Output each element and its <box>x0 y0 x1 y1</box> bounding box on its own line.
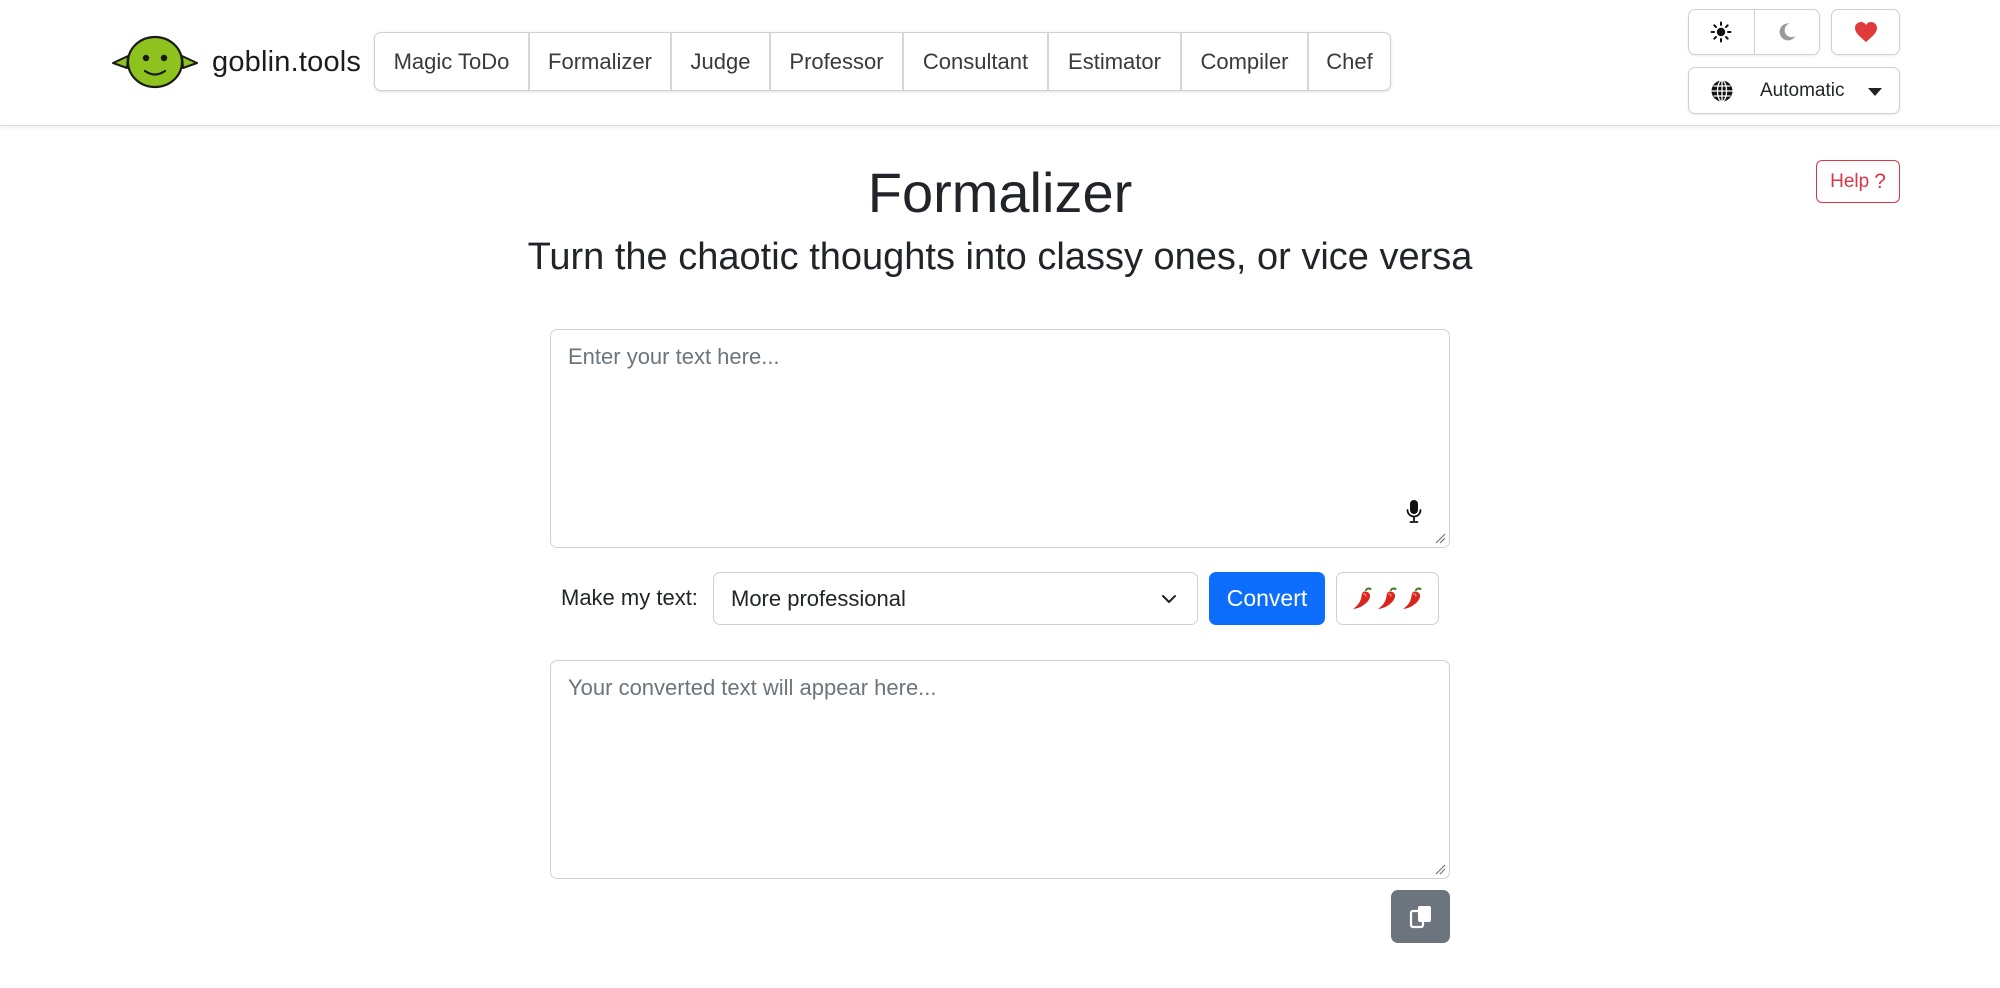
input-textarea[interactable] <box>551 330 1449 547</box>
copy-button[interactable] <box>1391 890 1450 943</box>
resize-grip-icon[interactable] <box>1435 533 1446 544</box>
nav-item-magic-todo[interactable]: Magic ToDo <box>375 33 530 90</box>
nav-item-chef[interactable]: Chef <box>1309 33 1390 90</box>
theme-toggle-group <box>1688 9 1820 55</box>
chili-pepper-icon <box>1352 586 1371 609</box>
language-select[interactable]: Automatic <box>1688 67 1900 114</box>
goblin-logo-icon <box>112 35 198 89</box>
chevron-down-icon <box>1162 595 1176 603</box>
chili-pepper-icon <box>1402 586 1421 609</box>
globe-icon <box>1711 79 1733 102</box>
output-textarea-container <box>550 660 1450 879</box>
support-heart-button[interactable] <box>1831 9 1900 55</box>
nav-item-professor[interactable]: Professor <box>771 33 904 90</box>
nav-item-compiler[interactable]: Compiler <box>1182 33 1309 90</box>
page-title: Formalizer <box>867 161 1133 224</box>
input-textarea-container <box>550 329 1450 548</box>
page-subtitle: Turn the chaotic thoughts into classy on… <box>527 236 1473 278</box>
convert-button[interactable]: Convert <box>1209 572 1325 625</box>
brand-name: goblin.tools <box>212 45 362 78</box>
nav-item-formalizer[interactable]: Formalizer <box>530 33 672 90</box>
mode-select-value: More professional <box>731 585 906 611</box>
heart-icon <box>1854 22 1877 42</box>
sun-icon <box>1710 21 1732 43</box>
nav-item-consultant[interactable]: Consultant <box>904 33 1049 90</box>
light-mode-button[interactable] <box>1689 10 1754 54</box>
mode-select[interactable]: More professional <box>713 572 1198 625</box>
copy-icon <box>1409 905 1431 928</box>
brand[interactable]: goblin.tools <box>112 32 361 92</box>
tools-nav: Magic ToDo Formalizer Judge Professor Co… <box>374 32 1391 91</box>
chili-pepper-icon <box>1377 586 1396 609</box>
moon-icon <box>1779 23 1796 41</box>
resize-grip-icon[interactable] <box>1435 864 1446 875</box>
output-textarea[interactable] <box>551 661 1449 878</box>
nav-item-judge[interactable]: Judge <box>672 33 771 90</box>
top-navbar: goblin.tools Magic ToDo Formalizer Judge… <box>0 0 2000 126</box>
mode-label: Make my text: <box>561 585 698 610</box>
dark-mode-button[interactable] <box>1753 10 1820 54</box>
nav-item-estimator[interactable]: Estimator <box>1049 33 1182 90</box>
spiciness-button[interactable] <box>1336 572 1439 625</box>
microphone-icon[interactable] <box>1406 499 1422 525</box>
caret-down-icon <box>1868 88 1882 96</box>
language-select-value: Automatic <box>1760 79 1845 101</box>
